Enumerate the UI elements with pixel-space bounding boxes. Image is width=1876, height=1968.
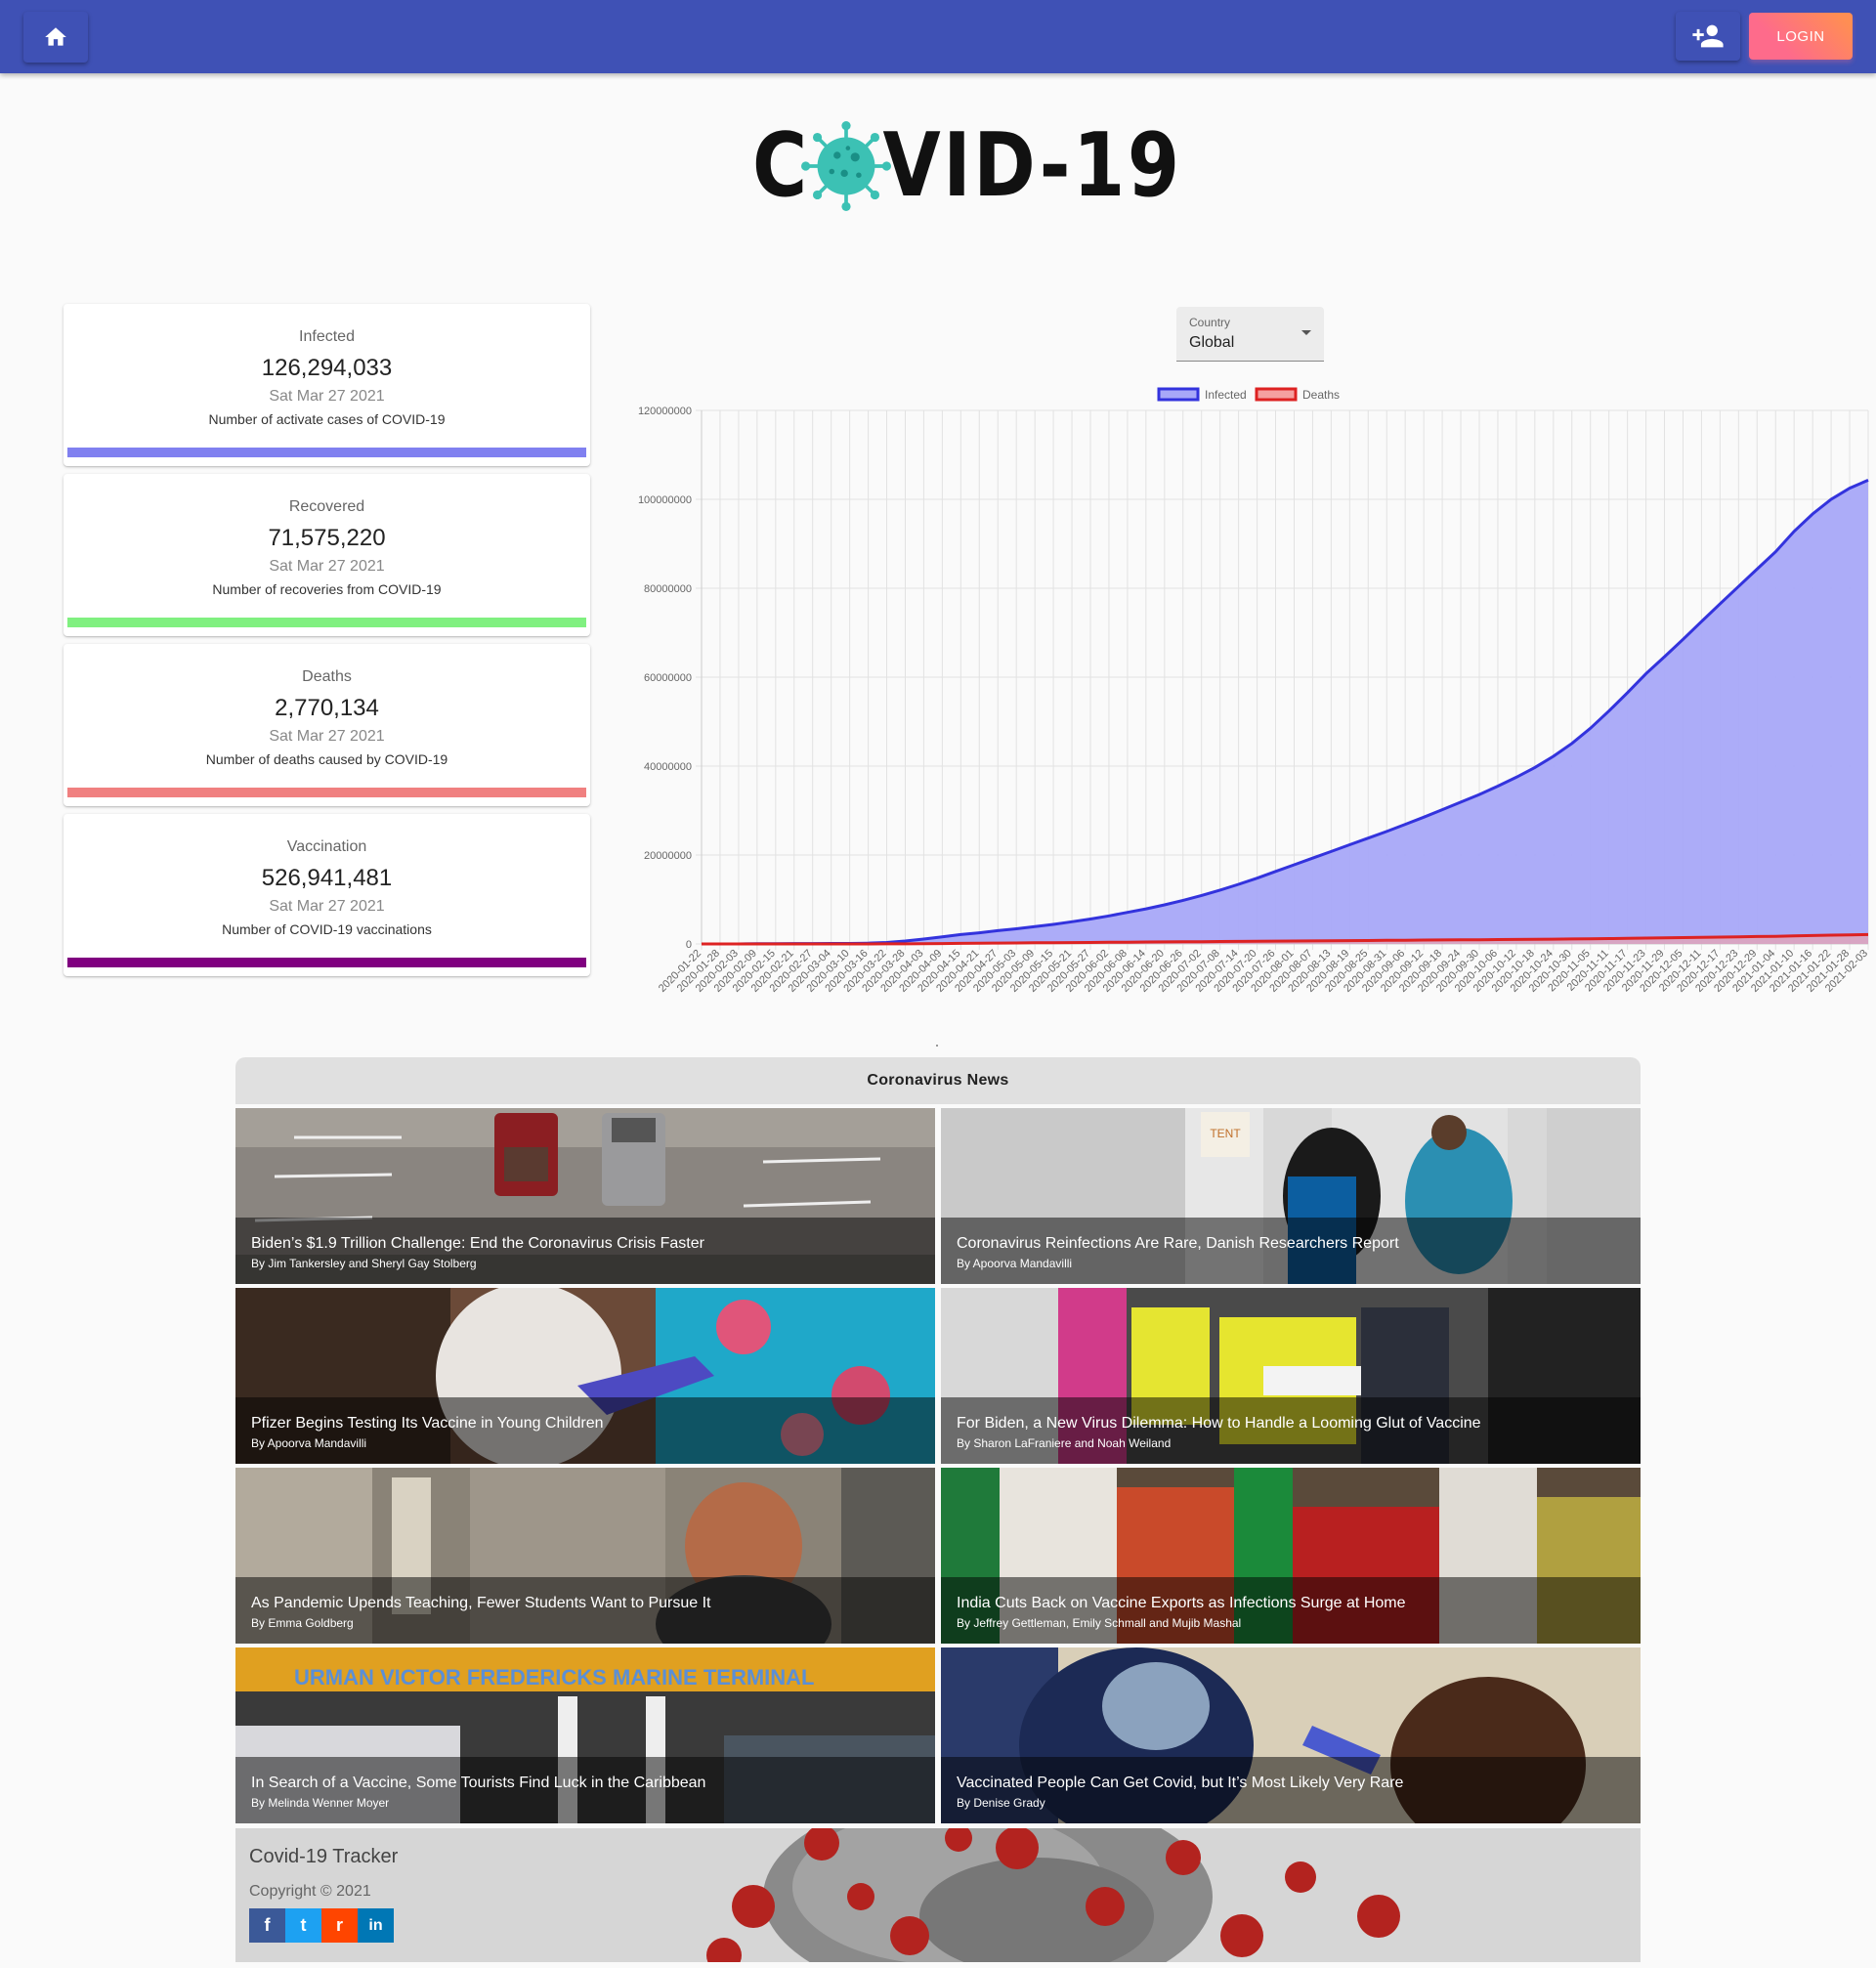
stat-card-deaths: Deaths 2,770,134 Sat Mar 27 2021 Number … — [64, 644, 590, 806]
footer-copyright: Copyright © 2021 — [249, 1883, 371, 1900]
news-tile[interactable]: Biden’s $1.9 Trillion Challenge: End the… — [235, 1108, 935, 1284]
news-tile[interactable]: TENT Coronavirus Reinfections Are Rare, … — [941, 1108, 1641, 1284]
series-area-infected — [702, 480, 1868, 944]
stat-color-bar — [67, 448, 586, 457]
news-grid: Biden’s $1.9 Trillion Challenge: End the… — [235, 1108, 1641, 1823]
country-select-label: Country — [1189, 316, 1231, 329]
y-tick-label: 120000000 — [638, 406, 692, 417]
news-author: By Sharon LaFraniere and Noah Weiland — [957, 1436, 1172, 1450]
app-bar: LOGIN — [0, 0, 1876, 73]
news-tile[interactable]: For Biden, a New Virus Dilemma: How to H… — [941, 1288, 1641, 1464]
stat-value: 526,941,481 — [261, 865, 393, 891]
news-caption: Vaccinated People Can Get Covid, but It’… — [941, 1757, 1641, 1823]
legend-swatch-infected — [1157, 387, 1200, 402]
news-tile[interactable]: As Pandemic Upends Teaching, Fewer Stude… — [235, 1468, 935, 1644]
legend-label-infected: Infected — [1205, 388, 1247, 402]
tent-sign-text: TENT — [1210, 1127, 1241, 1140]
facebook-icon[interactable]: f — [249, 1908, 285, 1943]
stat-date: Sat Mar 27 2021 — [269, 388, 385, 405]
footer-title: Covid-19 Tracker — [249, 1846, 399, 1867]
stat-color-bar — [67, 618, 586, 627]
stat-date: Sat Mar 27 2021 — [269, 728, 385, 745]
news-headline: Coronavirus Reinfections Are Rare, Danis… — [957, 1235, 1399, 1252]
stat-color-bar — [67, 788, 586, 797]
country-select[interactable]: Country Global — [1176, 307, 1324, 362]
news-author: By Jeffrey Gettleman, Emily Schmall and … — [957, 1616, 1242, 1630]
terminal-sign-text: URMAN VICTOR FREDERICKS MARINE TERMINAL — [294, 1665, 814, 1690]
virus-illustration — [706, 1828, 1400, 1962]
news-tile[interactable]: Vaccinated People Can Get Covid, but It’… — [941, 1647, 1641, 1823]
stat-date: Sat Mar 27 2021 — [269, 898, 385, 915]
news-headline: India Cuts Back on Vaccine Exports as In… — [957, 1595, 1406, 1611]
news-caption: For Biden, a New Virus Dilemma: How to H… — [941, 1397, 1641, 1464]
stat-date: Sat Mar 27 2021 — [269, 558, 385, 575]
virus-icon — [801, 121, 891, 211]
news-author: By Denise Grady — [957, 1796, 1045, 1810]
stat-value: 2,770,134 — [275, 695, 379, 721]
legend-swatch-deaths — [1255, 387, 1298, 402]
chart-separator-dot — [936, 1045, 938, 1047]
news-author: By Apoorva Mandavilli — [957, 1257, 1073, 1270]
stat-description: Number of COVID-19 vaccinations — [222, 921, 432, 937]
add-user-button[interactable] — [1676, 12, 1740, 61]
stat-title: Infected — [299, 328, 355, 345]
news-author: By Melinda Wenner Moyer — [251, 1796, 390, 1810]
y-tick-label: 20000000 — [644, 850, 692, 862]
home-icon — [45, 27, 66, 46]
stat-description: Number of recoveries from COVID-19 — [212, 581, 442, 597]
twitter-icon[interactable]: t — [285, 1908, 321, 1943]
stat-description: Number of deaths caused by COVID-19 — [205, 751, 448, 767]
news-headline: Vaccinated People Can Get Covid, but It’… — [957, 1775, 1404, 1791]
news-author: By Jim Tankersley and Sheryl Gay Stolber… — [251, 1257, 477, 1270]
linkedin-icon[interactable]: in — [358, 1908, 394, 1943]
logo-text-vid19: VID-19 — [882, 114, 1182, 217]
news-caption: As Pandemic Upends Teaching, Fewer Stude… — [235, 1577, 935, 1644]
news-headline: In Search of a Vaccine, Some Tourists Fi… — [251, 1775, 706, 1791]
stat-value: 71,575,220 — [268, 525, 386, 551]
news-headline: Biden’s $1.9 Trillion Challenge: End the… — [251, 1235, 704, 1252]
stat-value: 126,294,033 — [261, 355, 393, 381]
news-tile[interactable]: Pfizer Begins Testing Its Vaccine in You… — [235, 1288, 935, 1464]
news-headline: As Pandemic Upends Teaching, Fewer Stude… — [251, 1595, 711, 1611]
home-button[interactable] — [23, 12, 88, 63]
news-caption: Pfizer Begins Testing Its Vaccine in You… — [235, 1397, 935, 1464]
stat-title: Deaths — [302, 668, 352, 685]
stat-card-infected: Infected 126,294,033 Sat Mar 27 2021 Num… — [64, 304, 590, 466]
news-author: By Emma Goldberg — [251, 1616, 354, 1630]
news-caption: Biden’s $1.9 Trillion Challenge: End the… — [235, 1218, 935, 1284]
y-tick-label: 80000000 — [644, 583, 692, 595]
stat-description: Number of activate cases of COVID-19 — [208, 411, 446, 427]
stat-card-recovered: Recovered 71,575,220 Sat Mar 27 2021 Num… — [64, 474, 590, 636]
news-author: By Apoorva Mandavilli — [251, 1436, 367, 1450]
news-header: Coronavirus News — [235, 1057, 1641, 1104]
stat-title: Recovered — [288, 498, 365, 515]
news-section: Coronavirus News Biden’s $1.9 Trillion C… — [235, 1057, 1641, 1823]
stat-card-vaccination: Vaccination 526,941,481 Sat Mar 27 2021 … — [64, 814, 590, 976]
cases-chart: 0 20000000 40000000 60000000 80000000 1000000… — [638, 387, 1870, 995]
news-tile[interactable]: India Cuts Back on Vaccine Exports as In… — [941, 1468, 1641, 1644]
y-tick-label: 0 — [686, 939, 692, 951]
y-tick-label: 60000000 — [644, 672, 692, 684]
footer: Covid-19 Tracker Copyright © 2021 f t r … — [235, 1828, 1641, 1962]
news-tile[interactable]: URMAN VICTOR FREDERICKS MARINE TERMINAL … — [235, 1647, 935, 1823]
stat-title: Vaccination — [286, 838, 367, 855]
news-caption: Coronavirus Reinfections Are Rare, Danis… — [941, 1218, 1641, 1284]
reddit-icon[interactable]: r — [321, 1908, 358, 1943]
y-tick-label: 100000000 — [638, 494, 692, 506]
y-tick-label: 40000000 — [644, 761, 692, 773]
news-headline: Pfizer Begins Testing Its Vaccine in You… — [251, 1415, 604, 1432]
news-caption: India Cuts Back on Vaccine Exports as In… — [941, 1577, 1641, 1644]
news-caption: In Search of a Vaccine, Some Tourists Fi… — [235, 1757, 935, 1823]
country-select-value: Global — [1189, 334, 1235, 351]
person-add-icon — [1692, 24, 1724, 48]
stat-color-bar — [67, 958, 586, 967]
legend-label-deaths: Deaths — [1302, 388, 1340, 402]
social-links: f t r in — [249, 1908, 394, 1943]
login-button[interactable]: LOGIN — [1749, 13, 1853, 60]
news-headline: For Biden, a New Virus Dilemma: How to H… — [957, 1415, 1481, 1432]
covid-logo: C VID-19 — [752, 117, 1179, 215]
dropdown-arrow-icon — [1301, 330, 1311, 335]
